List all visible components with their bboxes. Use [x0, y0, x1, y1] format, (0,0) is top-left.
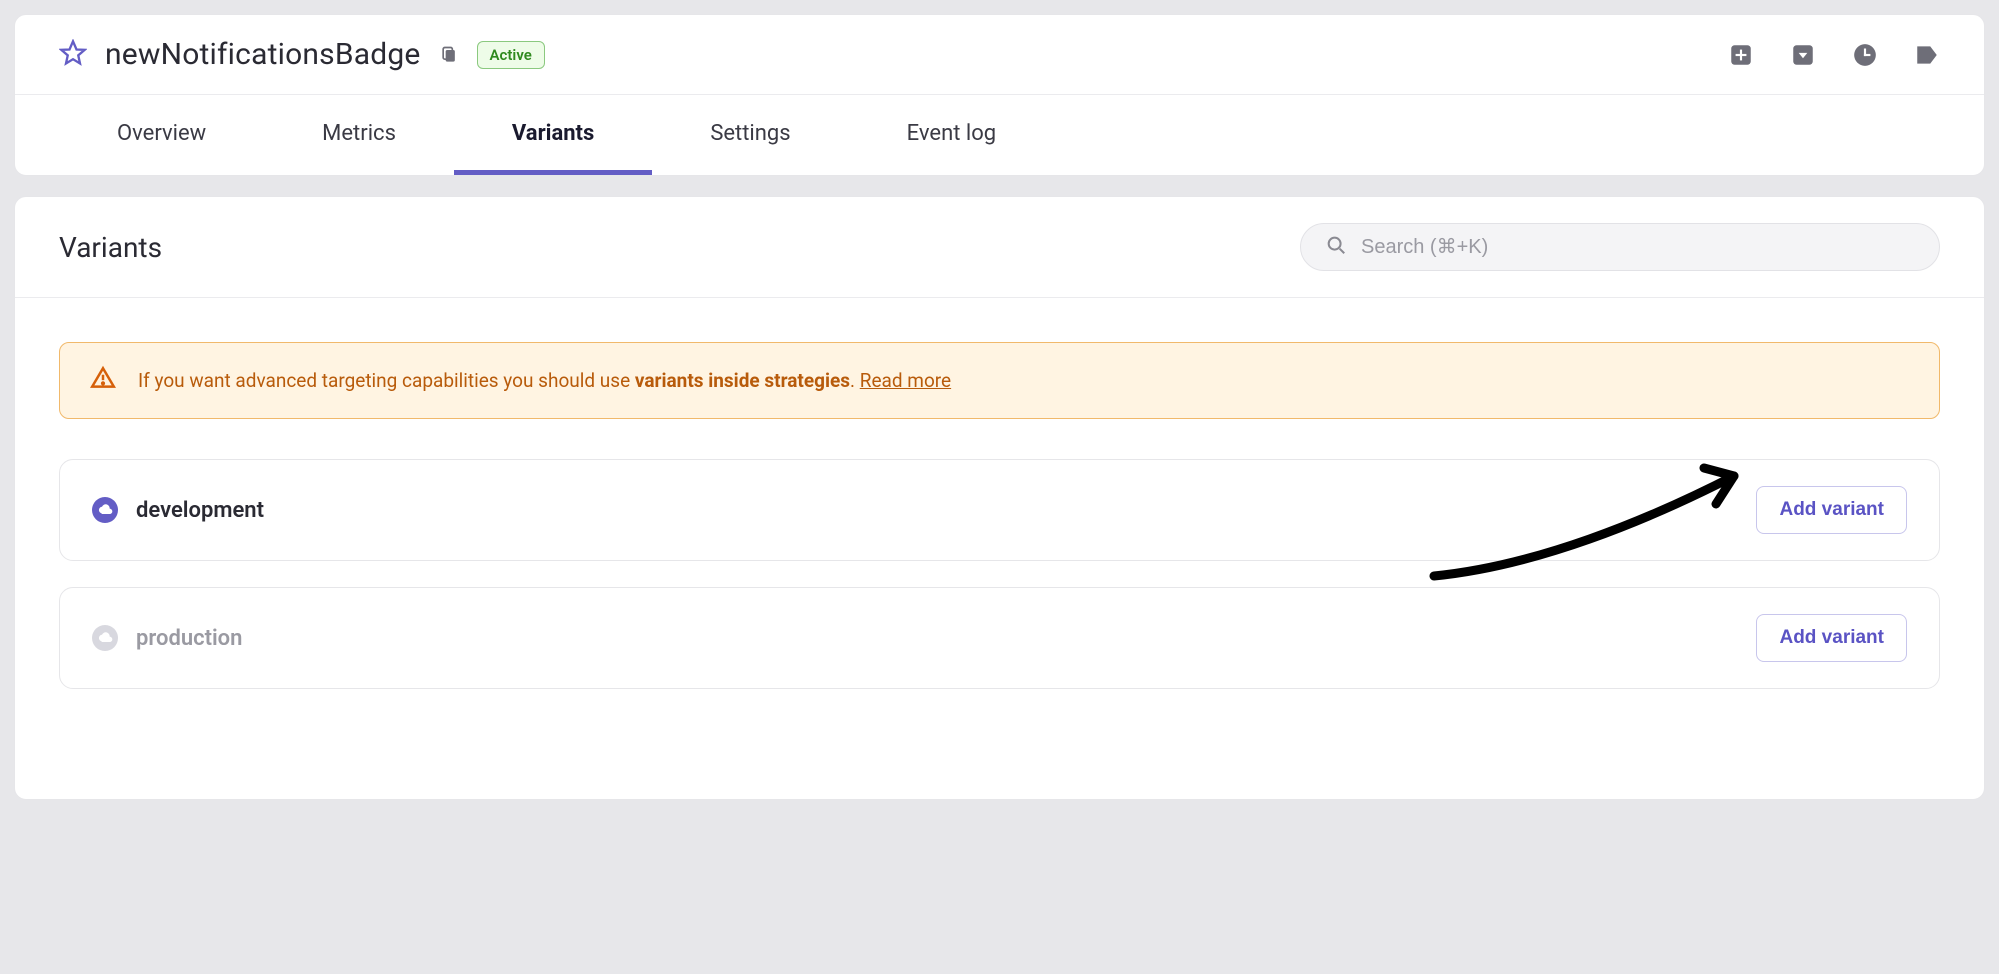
add-variant-button[interactable]: Add variant	[1756, 486, 1907, 534]
alert-text-after: .	[850, 369, 860, 392]
tab-overview[interactable]: Overview	[59, 95, 264, 175]
feature-header: newNotificationsBadge Active	[15, 15, 1984, 95]
header-left: newNotificationsBadge Active	[59, 37, 545, 72]
feature-header-card: newNotificationsBadge Active Overview Me…	[14, 14, 1985, 176]
info-alert: If you want advanced targeting capabilit…	[59, 342, 1940, 419]
env-left: production	[92, 625, 242, 651]
section-body: If you want advanced targeting capabilit…	[15, 298, 1984, 759]
alert-bold: variants inside strategies	[635, 369, 850, 392]
add-variant-button[interactable]: Add variant	[1756, 614, 1907, 662]
alert-text: If you want advanced targeting capabilit…	[138, 369, 951, 392]
section-title: Variants	[59, 231, 162, 264]
env-name: development	[136, 498, 264, 523]
header-actions	[1728, 42, 1940, 68]
archive-icon[interactable]	[1790, 42, 1816, 68]
star-icon[interactable]	[59, 39, 87, 71]
add-icon[interactable]	[1728, 42, 1754, 68]
environment-row-production: production Add variant	[59, 587, 1940, 689]
copy-icon[interactable]	[439, 43, 459, 67]
tab-settings[interactable]: Settings	[652, 95, 848, 175]
cloud-icon	[92, 497, 118, 523]
annotation-arrow	[1416, 446, 1776, 590]
env-left: development	[92, 497, 264, 523]
add-variant-wrap: Add variant	[1756, 486, 1907, 534]
tab-event-log[interactable]: Event log	[849, 95, 1054, 175]
variants-section: Variants If you want advanced targeting …	[14, 196, 1985, 800]
tabs: Overview Metrics Variants Settings Event…	[15, 95, 1984, 175]
search-input[interactable]	[1361, 236, 1915, 259]
status-badge: Active	[477, 41, 545, 69]
search-input-wrap[interactable]	[1300, 223, 1940, 271]
tag-icon[interactable]	[1914, 42, 1940, 68]
tab-metrics[interactable]: Metrics	[264, 95, 454, 175]
environment-row-development: development Add variant	[59, 459, 1940, 561]
clock-icon[interactable]	[1852, 42, 1878, 68]
section-header: Variants	[15, 197, 1984, 298]
tab-variants[interactable]: Variants	[454, 95, 652, 175]
alert-read-more-link[interactable]: Read more	[860, 369, 951, 392]
feature-name: newNotificationsBadge	[105, 37, 421, 72]
env-name: production	[136, 626, 242, 651]
warning-icon	[90, 365, 116, 396]
search-icon	[1325, 234, 1347, 260]
cloud-icon	[92, 625, 118, 651]
alert-text-before: If you want advanced targeting capabilit…	[138, 369, 635, 392]
